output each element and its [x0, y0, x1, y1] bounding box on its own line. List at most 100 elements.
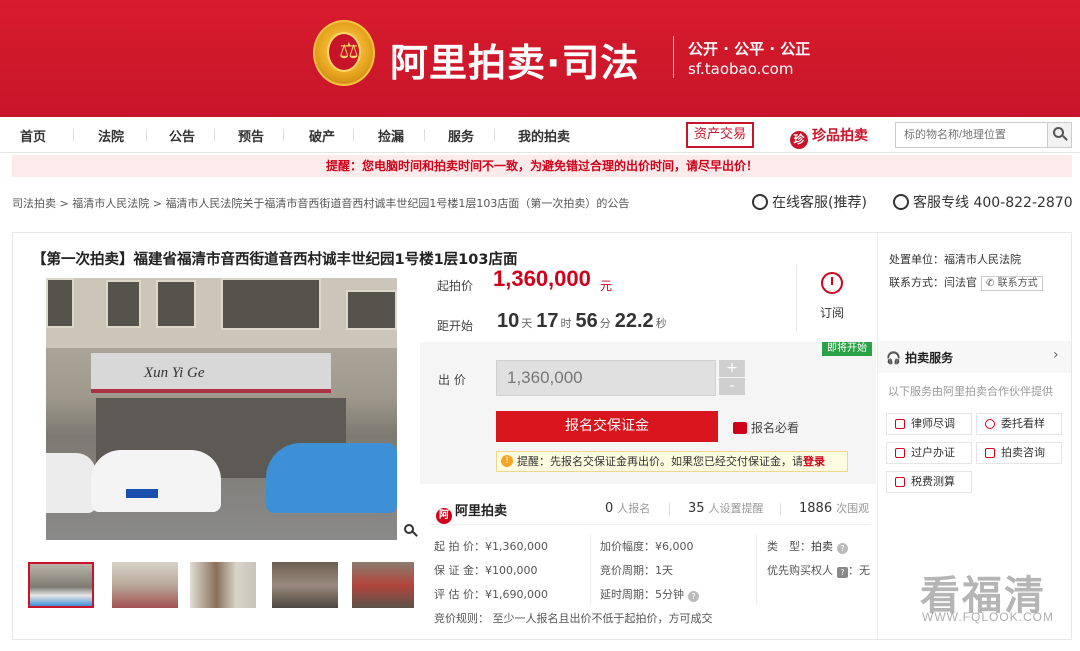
service-tax-button[interactable]: 税费测算	[886, 471, 972, 493]
contact-button-label: 联系方式	[997, 278, 1038, 289]
nav-divider	[494, 129, 495, 141]
breadcrumb-item[interactable]: 司法拍卖	[12, 197, 56, 210]
hotline: 客服专线 400-822-2870	[893, 192, 1073, 212]
help-icon[interactable]: ?	[837, 543, 848, 554]
service-label: 税费测算	[911, 475, 955, 488]
location-icon	[985, 419, 995, 429]
contact-label: 联系方式：闫法官	[889, 276, 977, 289]
service-viewing-button[interactable]: 委托看样	[976, 413, 1062, 435]
alipaimai-label: 阿里拍卖	[455, 504, 508, 519]
countdown-unit: 分	[599, 317, 611, 330]
breadcrumb-item[interactable]: 福清市人民法院	[72, 197, 149, 210]
detail-divider	[590, 534, 591, 604]
service-label: 委托看样	[1001, 417, 1045, 430]
brand-url: sf.taobao.com	[688, 60, 794, 78]
subscribe-label: 订阅	[819, 306, 844, 320]
nav-item-bargain[interactable]: 捡漏	[378, 126, 404, 145]
contact-info: 联系方式：闫法官 ✆ 联系方式	[889, 274, 1043, 291]
photo-thumbnail[interactable]	[190, 562, 256, 608]
stats-divider	[430, 524, 870, 525]
chevron-right-icon[interactable]: ›	[1053, 347, 1059, 363]
view-count-value: 1886	[799, 501, 833, 516]
countdown-hours: 17	[536, 310, 559, 332]
photo-thumbnail[interactable]	[112, 562, 178, 608]
start-price: 1,360,000	[493, 266, 591, 291]
nav-item-home[interactable]: 首页	[20, 126, 46, 145]
stat-divider	[780, 503, 781, 515]
help-icon[interactable]: ?	[688, 591, 699, 602]
chat-icon	[985, 448, 995, 458]
nav-item-bankruptcy[interactable]: 破产	[309, 126, 335, 145]
search-input[interactable]	[896, 123, 1046, 147]
photo-thumbnail[interactable]	[272, 562, 338, 608]
brand-motto: 公开 · 公平 · 公正	[688, 40, 811, 58]
auction-service-title: 🎧 拍卖服务	[886, 349, 953, 366]
headset-icon: 🎧	[886, 351, 901, 365]
service-label: 过户办证	[911, 446, 955, 459]
alarm-clock-icon	[821, 272, 843, 294]
deposit-tip: ! 提醒：先报名交保证金再出价。如果您已经交付保证金，请登录	[496, 451, 848, 472]
must-read-label: 报名必看	[751, 421, 800, 435]
bulb-icon: !	[501, 455, 513, 467]
asset-trade-link[interactable]: 资产交易	[686, 122, 754, 148]
header-banner: ⚖ 阿里拍卖·司法 公开 · 公平 · 公正 sf.taobao.com	[0, 0, 1080, 117]
stat-divider	[669, 503, 670, 515]
nav-item-notice[interactable]: 公告	[169, 126, 195, 145]
lot-main-photo[interactable]: Xun Yi Ge	[46, 278, 397, 540]
court-emblem-icon: ⚖	[313, 20, 375, 86]
zoom-icon[interactable]	[404, 524, 418, 538]
detail-type-label: 类 型：	[767, 540, 811, 553]
nav-item-preview[interactable]: 预告	[238, 126, 264, 145]
breadcrumb-item[interactable]: 福清市人民法院关于福清市音西街道音西村诚丰世纪园1号楼1层103店面（第一次拍卖…	[165, 197, 629, 210]
service-lawyer-button[interactable]: 律师尽调	[886, 413, 972, 435]
countdown-minutes: 56	[575, 310, 598, 332]
nav-divider	[283, 129, 284, 141]
contact-button[interactable]: ✆ 联系方式	[981, 276, 1043, 291]
nav-divider	[353, 129, 354, 141]
search-button[interactable]	[1047, 123, 1071, 147]
bid-amount-field[interactable]: 1,360,000	[496, 360, 716, 396]
detail-type: 类 型：拍卖?	[767, 538, 848, 554]
time-warning-bar: 提醒：您电脑时间和拍卖时间不一致，为避免错过合理的出价时间，请尽早出价！	[12, 155, 1072, 177]
reminder-count: 35 人设置提醒	[688, 500, 764, 516]
coins-icon	[733, 422, 747, 434]
service-transfer-button[interactable]: 过户办证	[886, 442, 972, 464]
must-read-link[interactable]: 报名必看	[733, 419, 799, 436]
online-service-link[interactable]: 在线客服(推荐)	[752, 192, 867, 212]
search-box	[895, 122, 1072, 148]
tip-text: 提醒：先报名交保证金再出价。如果您已经交付保证金，请	[517, 455, 803, 468]
priority-help-icon[interactable]: ?	[837, 567, 848, 578]
detail-priority-value: ：无	[848, 564, 870, 577]
service-consult-button[interactable]: 拍卖咨询	[976, 442, 1062, 464]
nav-item-service[interactable]: 服务	[448, 126, 474, 145]
hotline-label: 客服专线 400-822-2870	[913, 195, 1073, 211]
signup-deposit-button[interactable]: 报名交保证金	[496, 411, 718, 442]
zhenpin-label: 珍品拍卖	[812, 128, 868, 144]
login-link[interactable]: 登录	[803, 455, 825, 468]
countdown-timer: 10 天 17 时 56 分 22.2 秒	[497, 310, 671, 333]
watermark-url: WWW.FQLOOK.COM	[922, 610, 1054, 624]
detail-type-value: 拍卖	[811, 540, 833, 553]
zhenpin-auction-link[interactable]: 珍珍品拍卖	[790, 125, 868, 149]
bid-decrease-button[interactable]: -	[719, 378, 745, 395]
photo-thumbnail[interactable]	[28, 562, 94, 608]
brand-title: 阿里拍卖·司法	[390, 41, 640, 85]
signup-count-value: 0	[605, 501, 614, 516]
countdown-unit: 时	[560, 317, 572, 330]
nav-item-court[interactable]: 法院	[98, 126, 124, 145]
countdown-label: 距开始	[437, 319, 474, 333]
detail-appraisal: 评 估 价：¥1,690,000	[434, 588, 548, 601]
bid-increase-button[interactable]: +	[719, 360, 745, 377]
countdown-seconds: 22.2	[614, 310, 654, 332]
phone-icon	[893, 194, 909, 210]
nav-item-my-auction[interactable]: 我的拍卖	[518, 126, 570, 145]
brand-divider	[673, 36, 674, 78]
detail-auction-period: 竞价周期：1天	[600, 564, 673, 577]
reminder-count-value: 35	[688, 501, 705, 516]
bid-label: 出 价	[438, 373, 466, 387]
service-label: 拍卖咨询	[1001, 446, 1045, 459]
breadcrumb: 司法拍卖 > 福清市人民法院 > 福清市人民法院关于福清市音西街道音西村诚丰世纪…	[12, 197, 630, 210]
detail-increment: 加价幅度：¥6,000	[600, 540, 694, 553]
photo-thumbnail[interactable]	[352, 562, 414, 608]
subscribe-button[interactable]: 订阅	[814, 272, 850, 321]
